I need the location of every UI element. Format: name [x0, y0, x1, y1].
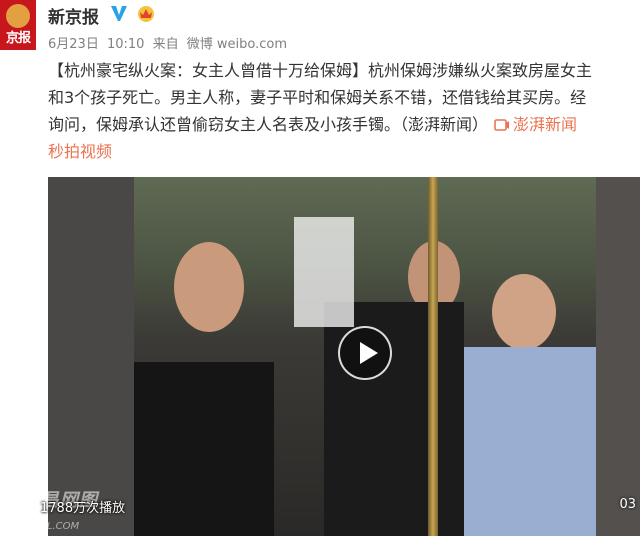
post-date[interactable]: 6月23日 [48, 37, 99, 52]
avatar-emblem [6, 4, 30, 28]
play-icon [360, 342, 378, 364]
video-player[interactable] [48, 177, 640, 536]
via-label: 来自 [152, 37, 179, 52]
post-line-2: 和3个孩子死亡。男主人称，妻子平时和保姆关系不错，还借钱给其买房。经 [48, 88, 587, 107]
view-count: 1788万次播放 [22, 497, 125, 516]
flag-pole [428, 177, 438, 536]
avatar-text: 京报 [5, 31, 31, 46]
video-time: 03 [619, 497, 636, 512]
post-text: 【杭州豪宅纵火案：女主人曾借十万给保姆】杭州保姆涉嫌纵火案致房屋女主 和3个孩子… [48, 57, 640, 165]
video-type-link[interactable]: 秒拍视频 [48, 138, 640, 165]
post-line-3-text: 询问，保姆承认还曾偷窃女主人名表及小孩手镯。（澎湃新闻） [48, 115, 489, 134]
video-link-icon [494, 119, 510, 131]
client-link[interactable]: 微博 weibo.com [187, 37, 287, 52]
watermark-sub: PCWL.COM [24, 521, 80, 532]
view-count-text: 1788万次播放 [40, 501, 126, 516]
play-count-icon [24, 502, 34, 512]
video-blur-right [596, 177, 640, 536]
verified-v-icon [111, 6, 127, 21]
video-blur-left [48, 177, 134, 536]
video-source-link[interactable]: 澎湃新闻 [513, 115, 577, 134]
post-line-1: 【杭州豪宅纵火案：女主人曾借十万给保姆】杭州保姆涉嫌纵火案致房屋女主 [48, 61, 593, 80]
author-name[interactable]: 新京报 [48, 3, 99, 28]
post-line-3: 询问，保姆承认还曾偷窃女主人名表及小孩手镯。（澎湃新闻） 澎湃新闻 [48, 111, 640, 138]
post-meta: 6月23日 10:10 来自 微博 weibo.com [48, 33, 291, 52]
post-time[interactable]: 10:10 [107, 37, 144, 52]
vip-crown-icon [138, 6, 154, 22]
play-button[interactable] [338, 326, 392, 380]
author-avatar[interactable]: 京报 [0, 0, 36, 50]
